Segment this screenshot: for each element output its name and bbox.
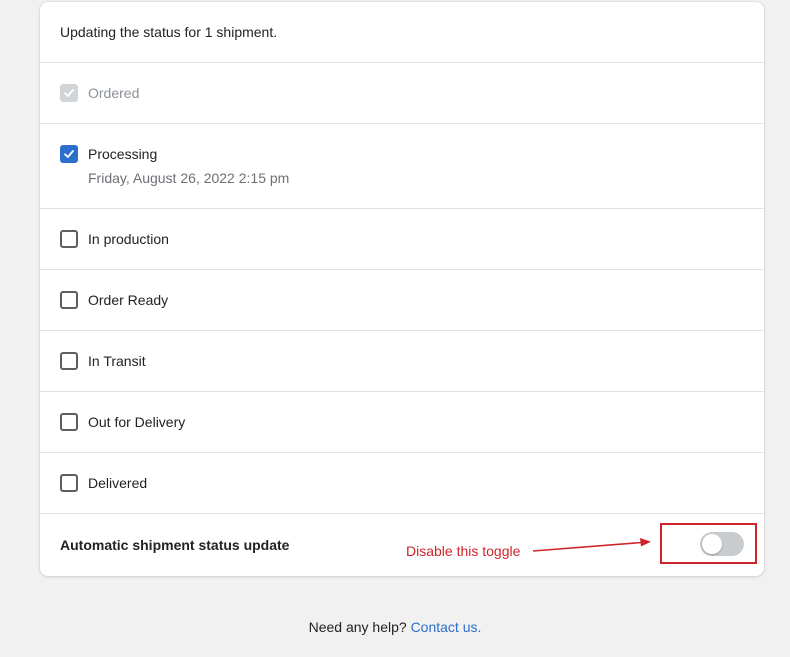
annotation-text: Disable this toggle	[406, 543, 521, 559]
status-label-processing: Processing	[88, 146, 158, 162]
status-label-order-ready: Order Ready	[88, 292, 169, 308]
status-label-out-for-delivery: Out for Delivery	[88, 414, 186, 430]
card-header: Updating the status for 1 shipment.	[40, 2, 764, 63]
checkbox-delivered[interactable]	[60, 474, 78, 492]
contact-us-link[interactable]: Contact us.	[411, 619, 482, 635]
status-timestamp-processing: Friday, August 26, 2022 2:15 pm	[88, 170, 290, 186]
status-row-ordered: Ordered	[40, 63, 764, 124]
checkbox-order-ready[interactable]	[60, 291, 78, 309]
status-stack-processing: Processing Friday, August 26, 2022 2:15 …	[88, 145, 289, 187]
status-row-out-for-delivery[interactable]: Out for Delivery	[40, 392, 764, 453]
status-row-delivered[interactable]: Delivered	[40, 453, 764, 514]
checkbox-out-for-delivery[interactable]	[60, 413, 78, 431]
status-row-order-ready[interactable]: Order Ready	[40, 270, 764, 331]
checkbox-processing[interactable]	[60, 145, 78, 163]
annotation-arrow-icon	[532, 538, 651, 552]
status-label-delivered: Delivered	[88, 475, 148, 491]
status-label-in-transit: In Transit	[88, 353, 146, 369]
checkmark-icon	[64, 150, 74, 158]
status-row-processing[interactable]: Processing Friday, August 26, 2022 2:15 …	[40, 124, 764, 209]
auto-update-toggle[interactable]	[700, 532, 744, 556]
help-footer: Need any help? Contact us.	[0, 619, 790, 635]
status-label-in-production: In production	[88, 231, 169, 247]
header-text: Updating the status for 1 shipment.	[60, 24, 278, 40]
status-label-ordered: Ordered	[88, 85, 140, 101]
shipment-status-card: Updating the status for 1 shipment. Orde…	[40, 2, 764, 576]
checkmark-icon	[64, 89, 74, 97]
status-row-in-production[interactable]: In production	[40, 209, 764, 270]
checkbox-in-transit[interactable]	[60, 352, 78, 370]
checkbox-in-production[interactable]	[60, 230, 78, 248]
help-prefix: Need any help?	[308, 619, 407, 635]
status-row-in-transit[interactable]: In Transit	[40, 331, 764, 392]
auto-update-label: Automatic shipment status update	[60, 537, 290, 553]
checkbox-ordered	[60, 84, 78, 102]
auto-update-row: Automatic shipment status update Disable…	[40, 514, 764, 576]
toggle-knob[interactable]	[702, 534, 722, 554]
